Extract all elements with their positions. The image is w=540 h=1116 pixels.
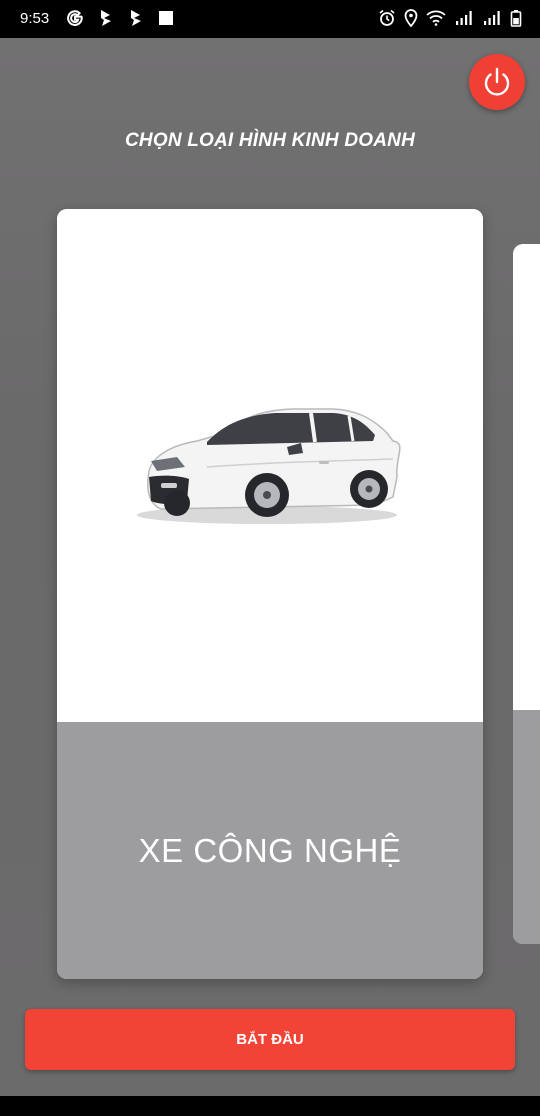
page-title: CHỌN LOẠI HÌNH KINH DOANH bbox=[125, 130, 415, 151]
next-card[interactable] bbox=[513, 244, 540, 944]
app-notification-icon bbox=[131, 10, 141, 26]
signal-icon bbox=[456, 11, 472, 25]
battery-icon bbox=[510, 10, 522, 27]
google-icon bbox=[67, 10, 83, 26]
power-icon bbox=[484, 67, 510, 96]
wifi-icon bbox=[426, 10, 446, 26]
card-label-area: XE CÔNG NGHỆ bbox=[57, 722, 483, 979]
system-icons bbox=[378, 9, 522, 27]
status-bar: 9:53 bbox=[0, 0, 540, 38]
status-time: 9:53 bbox=[20, 10, 50, 27]
app-notification-icon bbox=[101, 10, 111, 26]
business-type-card[interactable]: XE CÔNG NGHỆ bbox=[57, 209, 483, 979]
notification-icons bbox=[66, 9, 174, 27]
app-screen: CHỌN LOẠI HÌNH KINH DOANH XE CÔNG NGHỆ B… bbox=[0, 38, 540, 1096]
image-notification-icon bbox=[159, 11, 173, 25]
location-icon bbox=[404, 9, 418, 27]
alarm-icon bbox=[379, 9, 395, 26]
next-card-label-area bbox=[513, 710, 540, 944]
navigation-bar bbox=[0, 1096, 540, 1116]
start-button[interactable]: BẮT ĐẦU bbox=[25, 1009, 515, 1070]
card-label: XE CÔNG NGHỆ bbox=[138, 832, 402, 869]
power-button[interactable] bbox=[469, 54, 525, 110]
signal-icon bbox=[484, 11, 500, 25]
card-image-area bbox=[57, 209, 483, 722]
car-image bbox=[137, 408, 401, 524]
